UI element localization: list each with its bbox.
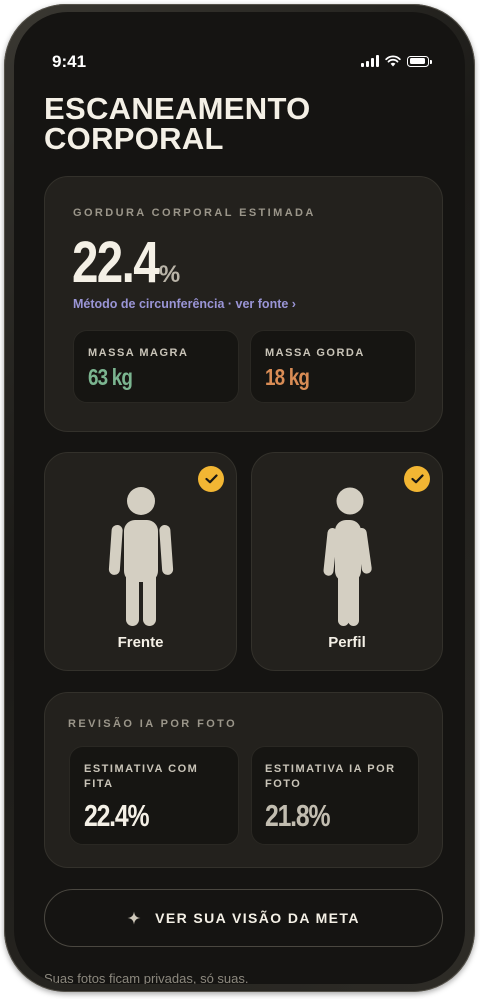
front-body-icon xyxy=(108,487,174,626)
view-goal-button[interactable]: VER SUA VISÃO DA META xyxy=(44,889,443,947)
status-time: 9:41 xyxy=(52,52,87,71)
ai-estimate-value: 21.8% xyxy=(265,798,331,833)
fat-mass-card: MASSA GORDA 18 kg xyxy=(250,330,416,403)
front-photo-card[interactable]: Frente xyxy=(44,452,237,671)
body-fat-unit: % xyxy=(158,261,181,288)
phone-frame: 9:41 ESCANEAMENTO CORPORAL GORDURA CORPO… xyxy=(4,4,475,992)
tape-estimate-label-line2: FITA xyxy=(84,778,114,790)
battery-icon xyxy=(407,55,432,67)
body-fat-label: GORDURA CORPORAL ESTIMADA xyxy=(73,207,316,219)
tape-estimate-label-line1: ESTIMATIVA COM xyxy=(84,763,199,775)
page-title: ESCANEAMENTO CORPORAL xyxy=(44,91,311,156)
ai-estimate-label-line1: ESTIMATIVA IA POR xyxy=(265,763,396,775)
fat-mass-value: 18 kg xyxy=(265,364,310,390)
lean-mass-label: MASSA MAGRA xyxy=(88,347,189,359)
signal-icon xyxy=(361,55,379,67)
sparkle-icon xyxy=(127,911,141,925)
ai-estimate-label: ESTIMATIVA IA POR FOTO xyxy=(265,762,396,792)
privacy-note: Suas fotos ficam privadas, só suas. xyxy=(44,971,249,984)
ai-review-label: REVISÃO IA POR FOTO xyxy=(68,718,238,730)
tape-estimate-card: ESTIMATIVA COM FITA 22.4% xyxy=(69,746,239,845)
ai-review-card: REVISÃO IA POR FOTO ESTIMATIVA COM FITA … xyxy=(44,692,443,868)
screen: 9:41 ESCANEAMENTO CORPORAL GORDURA CORPO… xyxy=(14,12,465,984)
body-fat-card: GORDURA CORPORAL ESTIMADA 22.4 % Método … xyxy=(44,176,443,432)
lean-mass-card: MASSA MAGRA 63 kg xyxy=(73,330,239,403)
page-title-line2: CORPORAL xyxy=(44,121,224,156)
page-title-line1: ESCANEAMENTO xyxy=(44,91,311,126)
view-goal-button-label: VER SUA VISÃO DA META xyxy=(155,910,360,926)
front-label: Frente xyxy=(117,634,164,651)
status-bar: 9:41 xyxy=(14,12,465,71)
ai-estimate-card: ESTIMATIVA IA POR FOTO 21.8% xyxy=(251,746,419,845)
tape-estimate-label: ESTIMATIVA COM FITA xyxy=(84,762,198,792)
body-fat-value: 22.4 xyxy=(72,230,160,295)
wifi-icon xyxy=(385,55,401,67)
side-body-icon xyxy=(323,487,372,626)
status-icons xyxy=(361,55,432,67)
body-fat-value-row: 22.4 % xyxy=(72,229,180,296)
ai-estimate-label-line2: FOTO xyxy=(265,778,302,790)
side-photo-card[interactable]: Perfil xyxy=(251,452,443,671)
fat-mass-label: MASSA GORDA xyxy=(265,347,365,359)
side-label: Perfil xyxy=(328,634,366,651)
tape-estimate-value: 22.4% xyxy=(84,798,150,833)
method-link[interactable]: Método de circunferência · ver fonte › xyxy=(73,297,296,311)
lean-mass-value: 63 kg xyxy=(88,364,133,390)
